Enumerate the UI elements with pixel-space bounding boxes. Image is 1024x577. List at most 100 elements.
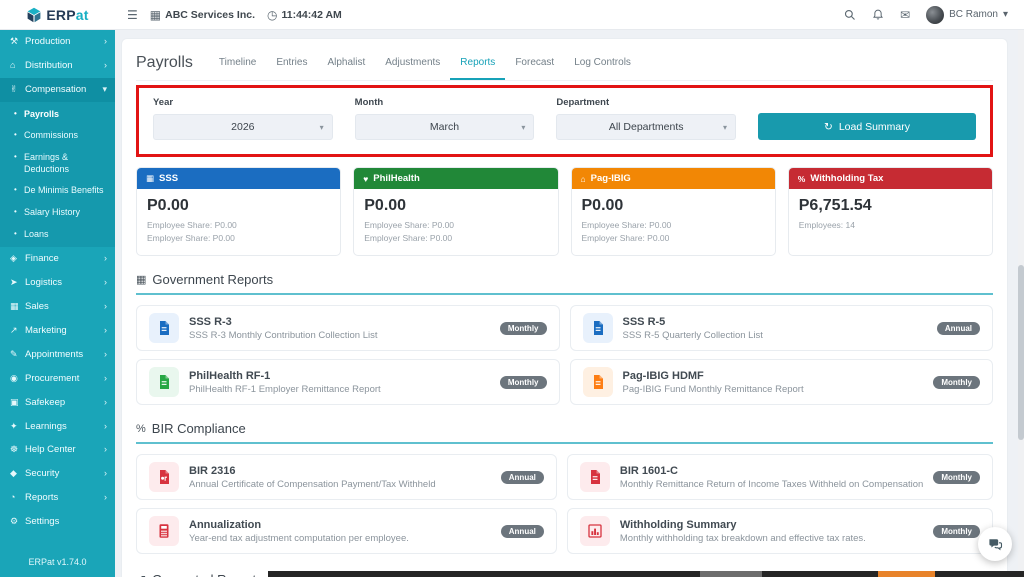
sidebar-subitem-salary-history[interactable]: • Salary History	[0, 202, 115, 224]
report-card-withholding-summary[interactable]: Withholding Summary Monthly withholding …	[566, 508, 993, 555]
frequency-badge: Monthly	[499, 375, 547, 389]
top-bar: ERPat ☰ ▦ ABC Services Inc. ◷ 11:44:42 A…	[0, 0, 1024, 30]
sidebar-subitem-commissions[interactable]: • Commissions	[0, 125, 115, 147]
avatar	[926, 5, 945, 24]
sidebar-item-reports[interactable]: ◔ Reports ›	[0, 486, 115, 510]
sidebar-subitem-payrolls[interactable]: • Payrolls	[0, 104, 115, 126]
report-card-annualization[interactable]: Annualization Year-end tax adjustment co…	[136, 508, 557, 555]
sidebar-item-distribution[interactable]: ⌂ Distribution ›	[0, 54, 115, 78]
chevron-down-icon: ▾	[319, 122, 324, 132]
logo-text: ERPat	[46, 6, 89, 23]
report-title: SSS R-5	[622, 315, 666, 328]
report-card-sss-r-[interactable]: SSS R-3 SSS R-3 Monthly Contribution Col…	[136, 305, 560, 352]
sidebar-item-learnings[interactable]: ✦ Learnings ›	[0, 415, 115, 439]
tab-log-controls[interactable]: Log Controls	[564, 49, 641, 80]
bar-chart-icon	[587, 523, 603, 539]
month-select[interactable]: March ▾	[354, 114, 535, 140]
chevron-icon: ›	[104, 301, 107, 312]
sidebar-item-production[interactable]: ⚒ Production ›	[0, 30, 115, 54]
history-icon: ↺	[136, 573, 146, 577]
pdf-file-icon	[156, 469, 172, 485]
page-title: Payrolls	[136, 54, 193, 71]
summary-card-philhealth: ♥ PhilHealth P0.00 Employee Share: P0.00…	[353, 167, 559, 257]
pie-chart-icon: ◔	[10, 492, 16, 503]
cart-icon: ▦	[10, 301, 19, 312]
sidebar-toggle-icon[interactable]: ☰	[127, 9, 138, 21]
sidebar-item-marketing[interactable]: ↗ Marketing ›	[0, 319, 115, 343]
percent-icon: %	[797, 173, 806, 184]
home-icon: ⌂	[580, 173, 586, 184]
app-logo[interactable]: ERPat	[0, 0, 115, 29]
section-government-reports: ▦ Government Reports SSS R-3 SSS R-3 Mon…	[136, 272, 993, 406]
report-description: Annual Certificate of Compensation Payme…	[189, 478, 436, 490]
chevron-icon: ›	[104, 253, 107, 264]
bullet-icon: •	[14, 152, 17, 161]
summary-card-pag-ibig: ⌂ Pag-IBIG P0.00 Employee Share: P0.00 Em…	[570, 167, 776, 257]
messages-mail-icon[interactable]: ✉	[900, 9, 910, 21]
tab-reports[interactable]: Reports	[450, 49, 506, 80]
user-menu[interactable]: BC Ramon ▾	[926, 5, 1008, 24]
share-line: Employees: 14	[798, 220, 855, 230]
sidebar-item-logistics[interactable]: ➤ Logistics ›	[0, 271, 115, 295]
tab-adjustments[interactable]: Adjustments	[375, 49, 450, 80]
chevron-icon: ›	[104, 36, 107, 46]
sidebar-item-safekeep[interactable]: ▣ Safekeep ›	[0, 391, 115, 415]
clock-icon: ◷	[267, 7, 278, 22]
sidebar: ⚒ Production › ⌂ Distribution › ✌ Compen…	[0, 30, 115, 577]
vertical-scrollbar[interactable]	[1018, 30, 1024, 577]
chevron-icon: ›	[104, 492, 107, 503]
summary-card-sss: ▦ SSS P0.00 Employee Share: P0.00 Employe…	[136, 167, 342, 257]
tab-alphalist[interactable]: Alphalist	[317, 49, 375, 80]
document-icon	[587, 469, 603, 485]
department-select[interactable]: All Departments ▾	[556, 114, 737, 140]
bullet-icon: •	[14, 108, 17, 118]
document-icon	[590, 320, 606, 336]
frequency-badge: Annual	[500, 524, 544, 538]
notifications-bell-icon[interactable]	[872, 9, 884, 21]
report-card-pag-ibig-hdmf[interactable]: Pag-IBIG HDMF Pag-IBIG Fund Monthly Remi…	[569, 359, 993, 406]
sidebar-subitem-loans[interactable]: • Loans	[0, 224, 115, 246]
year-label: Year	[153, 97, 174, 108]
search-icon[interactable]	[844, 9, 856, 21]
report-title: BIR 2316	[189, 464, 236, 477]
load-summary-button[interactable]: ↻ Load Summary	[758, 113, 977, 140]
sidebar-item-appointments[interactable]: ✎ Appointments ›	[0, 343, 115, 367]
tab-timeline[interactable]: Timeline	[209, 49, 266, 80]
year-select[interactable]: 2026 ▾	[153, 114, 333, 140]
tab-entries[interactable]: Entries	[266, 49, 317, 80]
chevron-down-icon: ▾	[521, 122, 526, 132]
chevron-icon: ›	[104, 325, 107, 336]
app-version: ERPat v1.74.0	[28, 557, 87, 567]
sidebar-item-settings[interactable]: ⚙ Settings	[0, 510, 115, 534]
report-card-bir-c[interactable]: BIR 1601-C Monthly Remittance Return of …	[566, 454, 993, 501]
bullet-icon: •	[14, 228, 17, 238]
chat-fab-button[interactable]	[978, 527, 1012, 561]
sidebar-item-security[interactable]: ◆ Security ›	[0, 462, 115, 486]
report-description: Pag-IBIG Fund Monthly Remittance Report	[622, 383, 804, 395]
report-card-philhealth-rf-[interactable]: PhilHealth RF-1 PhilHealth RF-1 Employer…	[136, 359, 560, 406]
share-line: Employee Share: P0.00	[581, 220, 672, 230]
report-description: PhilHealth RF-1 Employer Remittance Repo…	[189, 383, 381, 395]
sidebar-item-compensation[interactable]: ✌ Compensation ▾	[0, 77, 115, 102]
chevron-icon: ›	[104, 420, 107, 431]
scrollbar-thumb[interactable]	[1018, 265, 1024, 440]
logo-cube-icon	[27, 7, 41, 22]
report-grid: BIR 2316 Annual Certificate of Compensat…	[136, 454, 993, 555]
sidebar-item-help-center[interactable]: ☸ Help Center ›	[0, 438, 115, 462]
main-content: Payrolls Timeline Entries Alphalist Adjustm…	[115, 30, 1018, 577]
share-line: Employee Share: P0.00	[147, 220, 237, 230]
sidebar-item-sales[interactable]: ▦ Sales ›	[0, 295, 115, 319]
report-card-bir-[interactable]: BIR 2316 Annual Certificate of Compensat…	[136, 454, 557, 501]
report-card-sss-r-[interactable]: SSS R-5 SSS R-5 Quarterly Collection Lis…	[569, 305, 993, 352]
sidebar-item-procurement[interactable]: ◉ Procurement ›	[0, 367, 115, 391]
company-name: ABC Services Inc.	[165, 8, 255, 21]
chevron-icon: ›	[104, 372, 107, 383]
sidebar-subitem-de-minimis-benefits[interactable]: • De Minimis Benefits	[0, 180, 115, 202]
sidebar-subitem-earnings-deductions[interactable]: • Earnings & Deductions	[0, 147, 115, 180]
tab-forecast[interactable]: Forecast	[505, 49, 564, 80]
refresh-icon: ↻	[824, 120, 833, 133]
sidebar-item-finance[interactable]: ◈ Finance ›	[0, 247, 115, 271]
company-switcher[interactable]: ▦ ABC Services Inc.	[150, 9, 255, 21]
section-header: ▦ Government Reports	[136, 272, 993, 296]
share-line: Employer Share: P0.00	[581, 233, 670, 244]
